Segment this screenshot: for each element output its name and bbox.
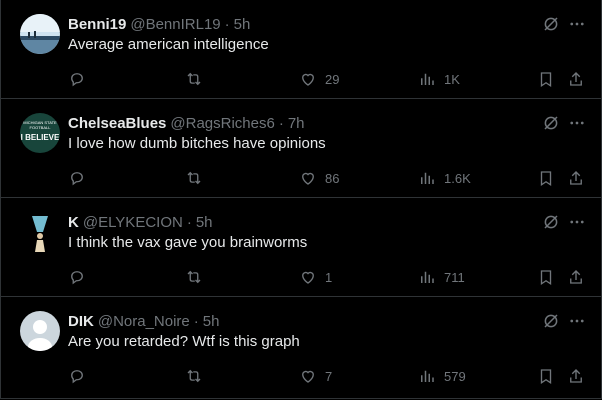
avatar[interactable] (20, 212, 60, 252)
reply-button[interactable] (68, 266, 86, 288)
heart-icon (302, 172, 314, 185)
like-count: 7 (325, 368, 333, 384)
like-count: 1 (325, 269, 333, 285)
views-button[interactable]: 579 (418, 365, 466, 387)
bookmark-icon (540, 171, 552, 187)
avatar[interactable] (20, 14, 60, 54)
share-icon (570, 270, 582, 284)
like-button[interactable]: 29 (299, 68, 339, 90)
bookmark-button[interactable] (537, 68, 555, 90)
share-icon (570, 72, 582, 86)
like-count: 29 (325, 71, 340, 87)
repost-icon (187, 270, 201, 284)
user-handle[interactable]: @ELYKECION (83, 214, 183, 231)
more-icon[interactable] (567, 113, 587, 133)
view-count: 1K (444, 71, 460, 87)
timestamp[interactable]: 5h (203, 313, 220, 330)
like-count: 86 (325, 170, 340, 186)
views-button[interactable]: 1K (418, 68, 460, 90)
reply-icon (71, 271, 83, 285)
tweet-text: I love how dumb bitches have opinions (68, 135, 326, 152)
view-count: 579 (444, 368, 466, 384)
share-button[interactable] (567, 266, 585, 288)
tweet[interactable]: K @ELYKECION · 5h I think the vax gave y… (1, 198, 601, 297)
share-button[interactable] (567, 167, 585, 189)
views-button[interactable]: 711 (418, 266, 465, 288)
avatar[interactable] (20, 311, 60, 351)
reply-icon (71, 73, 83, 87)
share-button[interactable] (567, 68, 585, 90)
tweet[interactable]: MICHIGAN STATE FOOTBALL I BELIEVE Chelse… (1, 99, 601, 198)
repost-icon (187, 171, 201, 185)
repost-button[interactable] (185, 167, 203, 189)
views-button[interactable]: 1.6K (418, 167, 471, 189)
view-count: 711 (444, 269, 465, 285)
grok-icon[interactable] (541, 311, 561, 331)
share-button[interactable] (567, 365, 585, 387)
repost-icon (187, 369, 201, 383)
bookmark-icon (540, 72, 552, 88)
display-name[interactable]: Benni19 (68, 16, 126, 33)
display-name[interactable]: DIK (68, 313, 94, 330)
views-icon (421, 172, 434, 184)
avatar-text-line3: I BELIEVE (21, 133, 60, 142)
bookmark-button[interactable] (537, 365, 555, 387)
separator-dot: · (193, 312, 199, 330)
repost-button[interactable] (185, 266, 203, 288)
grok-icon[interactable] (541, 113, 561, 133)
tweet[interactable]: Benni19 @BennIRL19 · 5h Average american… (1, 0, 601, 99)
timestamp[interactable]: 5h (196, 214, 213, 231)
bookmark-icon (540, 369, 552, 385)
display-name[interactable]: K (68, 214, 79, 231)
repost-button[interactable] (185, 68, 203, 90)
display-name[interactable]: ChelseaBlues (68, 115, 166, 132)
like-button[interactable]: 86 (299, 167, 339, 189)
more-icon[interactable] (567, 212, 587, 232)
tweet-text: Average american intelligence (68, 36, 269, 53)
repost-icon (187, 72, 201, 86)
more-icon[interactable] (567, 14, 587, 34)
heart-icon (302, 370, 314, 383)
avatar-text-line2: FOOTBALL (30, 125, 52, 130)
heart-icon (302, 271, 314, 284)
user-handle[interactable]: @RagsRiches6 (170, 115, 274, 132)
views-icon (421, 73, 434, 85)
separator-dot: · (224, 15, 230, 33)
user-handle[interactable]: @Nora_Noire (98, 313, 190, 330)
user-handle[interactable]: @BennIRL19 (130, 16, 220, 33)
avatar[interactable]: MICHIGAN STATE FOOTBALL I BELIEVE (20, 113, 60, 153)
timestamp[interactable]: 5h (234, 16, 251, 33)
bookmark-button[interactable] (537, 266, 555, 288)
views-icon (421, 370, 434, 382)
reply-button[interactable] (68, 365, 86, 387)
timestamp[interactable]: 7h (288, 115, 305, 132)
repost-button[interactable] (185, 365, 203, 387)
views-icon (421, 271, 434, 283)
separator-dot: · (186, 213, 192, 231)
like-button[interactable]: 7 (299, 365, 332, 387)
tweet-text: Are you retarded? Wtf is this graph (68, 333, 300, 350)
reply-icon (71, 370, 83, 384)
bookmark-button[interactable] (537, 167, 555, 189)
tweet[interactable]: DIK @Nora_Noire · 5h Are you retarded? W… (1, 297, 601, 396)
share-icon (570, 171, 582, 185)
grok-icon[interactable] (541, 14, 561, 34)
reply-button[interactable] (68, 167, 86, 189)
view-count: 1.6K (444, 170, 471, 186)
grok-icon[interactable] (541, 212, 561, 232)
tweet-text: I think the vax gave you brainworms (68, 234, 308, 251)
reply-icon (71, 172, 83, 186)
reply-button[interactable] (68, 68, 86, 90)
share-icon (570, 369, 582, 383)
more-icon[interactable] (567, 311, 587, 331)
heart-icon (302, 73, 314, 86)
separator-dot: · (278, 114, 284, 132)
bookmark-icon (540, 270, 552, 286)
like-button[interactable]: 1 (299, 266, 332, 288)
